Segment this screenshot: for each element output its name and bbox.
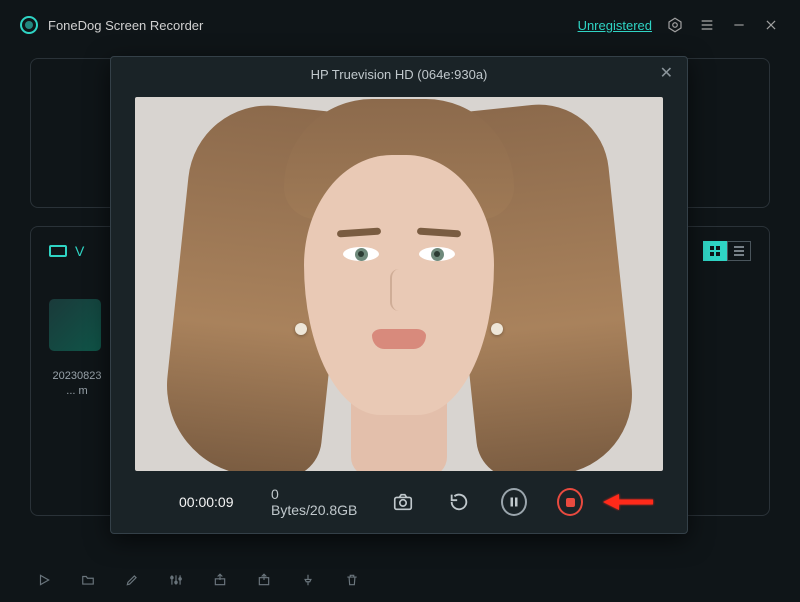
titlebar-right: Unregistered [578,16,780,34]
titlebar-left: FoneDog Screen Recorder [20,16,203,34]
portrait-shape [419,247,455,261]
bottom-toolbar [36,572,360,588]
share-icon[interactable] [256,572,272,588]
recordings-title: V [49,243,84,259]
recording-size: 0 Bytes/20.8GB [271,486,360,518]
delete-icon[interactable] [344,572,360,588]
restart-button[interactable] [446,488,472,516]
portrait-shape [295,323,307,335]
pin-icon[interactable] [300,572,316,588]
stop-button[interactable] [557,488,583,516]
play-icon[interactable] [36,572,52,588]
settings-hex-icon[interactable] [666,16,684,34]
portrait-shape [491,323,503,335]
app-title: FoneDog Screen Recorder [48,18,203,33]
camera-preview [135,97,663,471]
portrait-shape [372,329,426,349]
minimize-button[interactable] [730,16,748,34]
titlebar: FoneDog Screen Recorder Unregistered [0,0,800,50]
unregistered-link[interactable]: Unregistered [578,18,652,33]
dialog-close-button[interactable]: ✕ [660,63,673,83]
recorder-controls: 00:00:09 0 Bytes/20.8GB [111,471,687,533]
edit-icon[interactable] [124,572,140,588]
grid-view-button[interactable] [703,241,727,261]
dialog-header: HP Truevision HD (064e:930a) ✕ [111,57,687,91]
app-logo-icon [20,16,38,34]
recording-item[interactable]: 20230823 ... m [49,299,105,400]
menu-icon[interactable] [698,16,716,34]
camera-icon [49,245,67,257]
list-view-button[interactable] [727,241,751,261]
recordings-title-text: V [75,243,84,259]
view-toggle [703,241,751,261]
snapshot-button[interactable] [390,488,416,516]
recording-thumbnail [49,299,101,351]
dialog-title: HP Truevision HD (064e:930a) [311,67,488,82]
recording-timer: 00:00:09 [179,494,241,510]
portrait-shape [343,247,379,261]
export-icon[interactable] [212,572,228,588]
recording-filename: 20230823 ... m [49,369,105,400]
annotation-arrow-icon [601,492,655,512]
pause-button[interactable] [501,488,527,516]
portrait-shape [390,269,408,311]
camera-preview-dialog: HP Truevision HD (064e:930a) ✕ 00:00:09 … [110,56,688,534]
adjust-icon[interactable] [168,572,184,588]
close-button[interactable] [762,16,780,34]
folder-icon[interactable] [80,572,96,588]
